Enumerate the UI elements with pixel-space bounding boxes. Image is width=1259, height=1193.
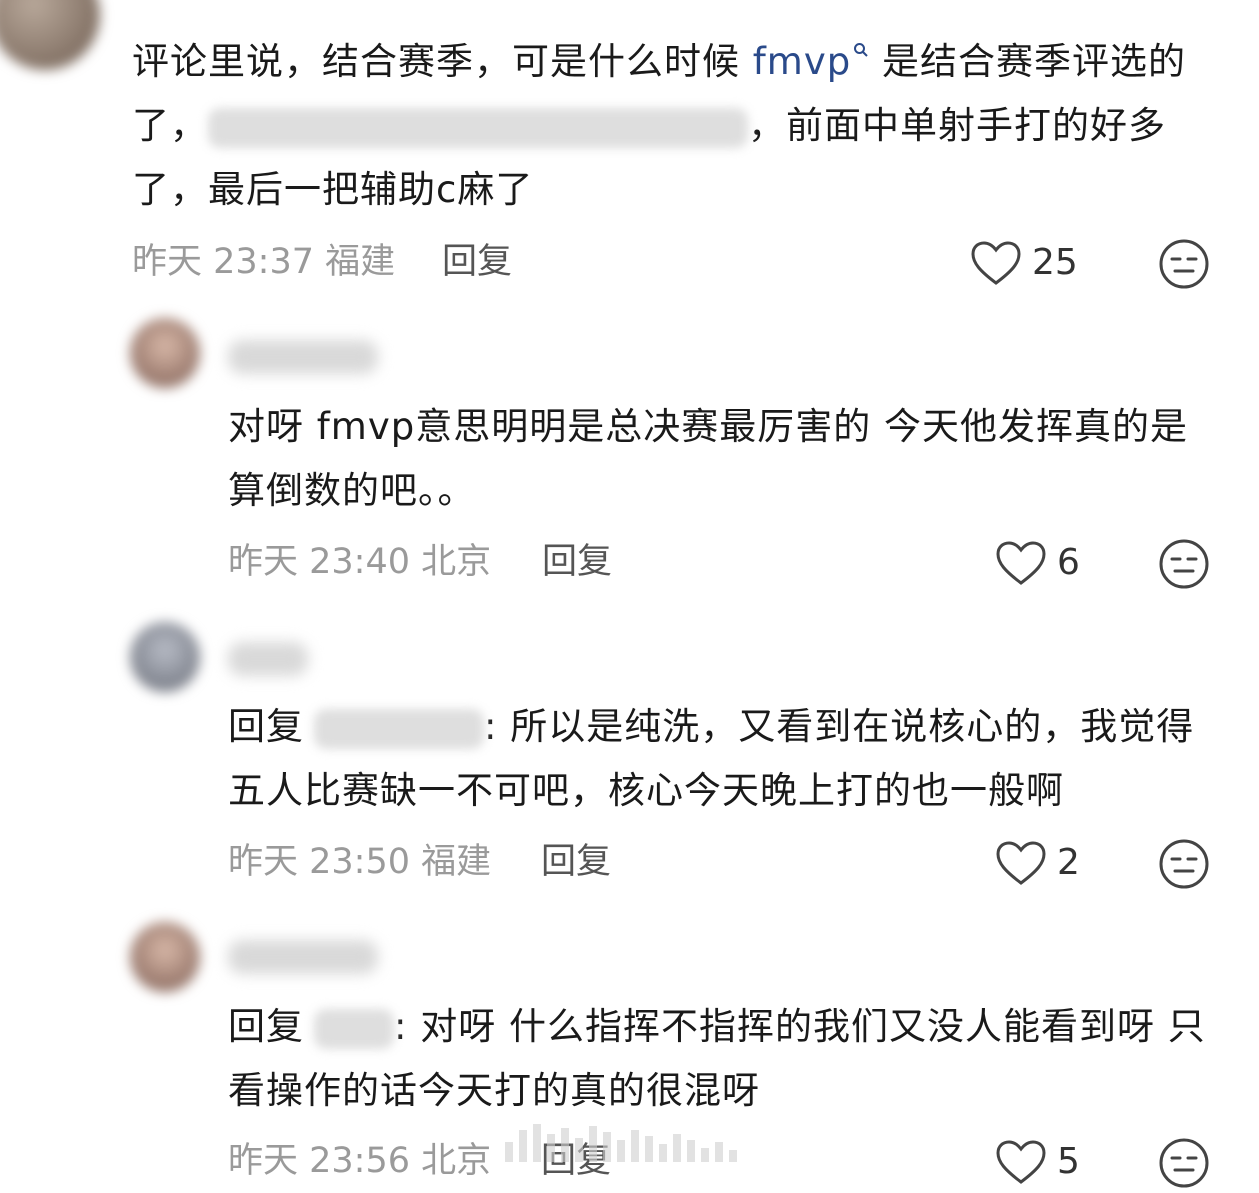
avatar[interactable] (130, 318, 200, 388)
heart-outline-icon (995, 840, 1047, 886)
heart-outline-icon (970, 240, 1022, 286)
masked-username[interactable] (314, 708, 484, 749)
like-button[interactable]: 6 (995, 538, 1080, 588)
heart-outline-icon (995, 1139, 1047, 1185)
avatar[interactable] (130, 922, 200, 992)
masked-username[interactable] (314, 1008, 394, 1049)
avatar[interactable] (130, 622, 200, 692)
neutral-face-icon[interactable] (1158, 238, 1210, 290)
comment-meta: 昨天 23:50 福建 (228, 842, 492, 882)
comment-meta: 昨天 23:40 北京 (228, 542, 492, 582)
comment-text: 对呀 fmvp意思明明是总决赛最厉害的 今天他发挥真的是算倒数的吧。。 (228, 405, 1188, 512)
username[interactable] (228, 940, 378, 974)
avatar[interactable] (0, 0, 100, 70)
reply-button[interactable]: 回复 (542, 537, 612, 587)
comment-text: 回复: 对呀 什么指挥不指挥的我们又没人能看到呀 只看操作的话今天打的真的很混呀 (228, 1005, 1206, 1112)
like-count: 2 (1057, 842, 1080, 883)
username[interactable] (228, 340, 378, 374)
username[interactable] (228, 642, 308, 676)
fmvp-link[interactable]: fmvp (753, 40, 851, 83)
like-count: 25 (1032, 242, 1078, 283)
reply-button[interactable]: 回复 (541, 837, 611, 887)
like-button[interactable]: 2 (995, 838, 1080, 888)
neutral-face-icon[interactable] (1158, 538, 1210, 590)
neutral-face-icon[interactable] (1158, 1137, 1210, 1189)
neutral-face-icon[interactable] (1158, 838, 1210, 890)
like-button[interactable]: 25 (970, 238, 1078, 288)
reply-button[interactable]: 回复 (442, 237, 512, 287)
comment-meta: 昨天 23:56 北京 (228, 1141, 492, 1181)
reply-prefix: 回复 (228, 705, 304, 748)
heart-outline-icon (995, 540, 1047, 586)
like-count: 5 (1057, 1141, 1080, 1182)
comment-meta: 昨天 23:37 福建 (132, 242, 396, 282)
search-icon[interactable] (853, 14, 869, 57)
like-button[interactable]: 5 (995, 1137, 1080, 1187)
comment-text: 评论里说，结合赛季，可是什么时候 fmvp 是结合赛季评选的了， ，前面中单射手打… (132, 30, 1212, 222)
comment-text: 回复: 所以是纯洗，又看到在说核心的，我觉得五人比赛缺一不可吧，核心今天晚上打的… (228, 705, 1195, 812)
like-count: 6 (1057, 542, 1080, 583)
masked-text (208, 107, 748, 148)
reply-prefix: 回复 (228, 1005, 304, 1048)
watermark-logo (505, 1120, 755, 1168)
